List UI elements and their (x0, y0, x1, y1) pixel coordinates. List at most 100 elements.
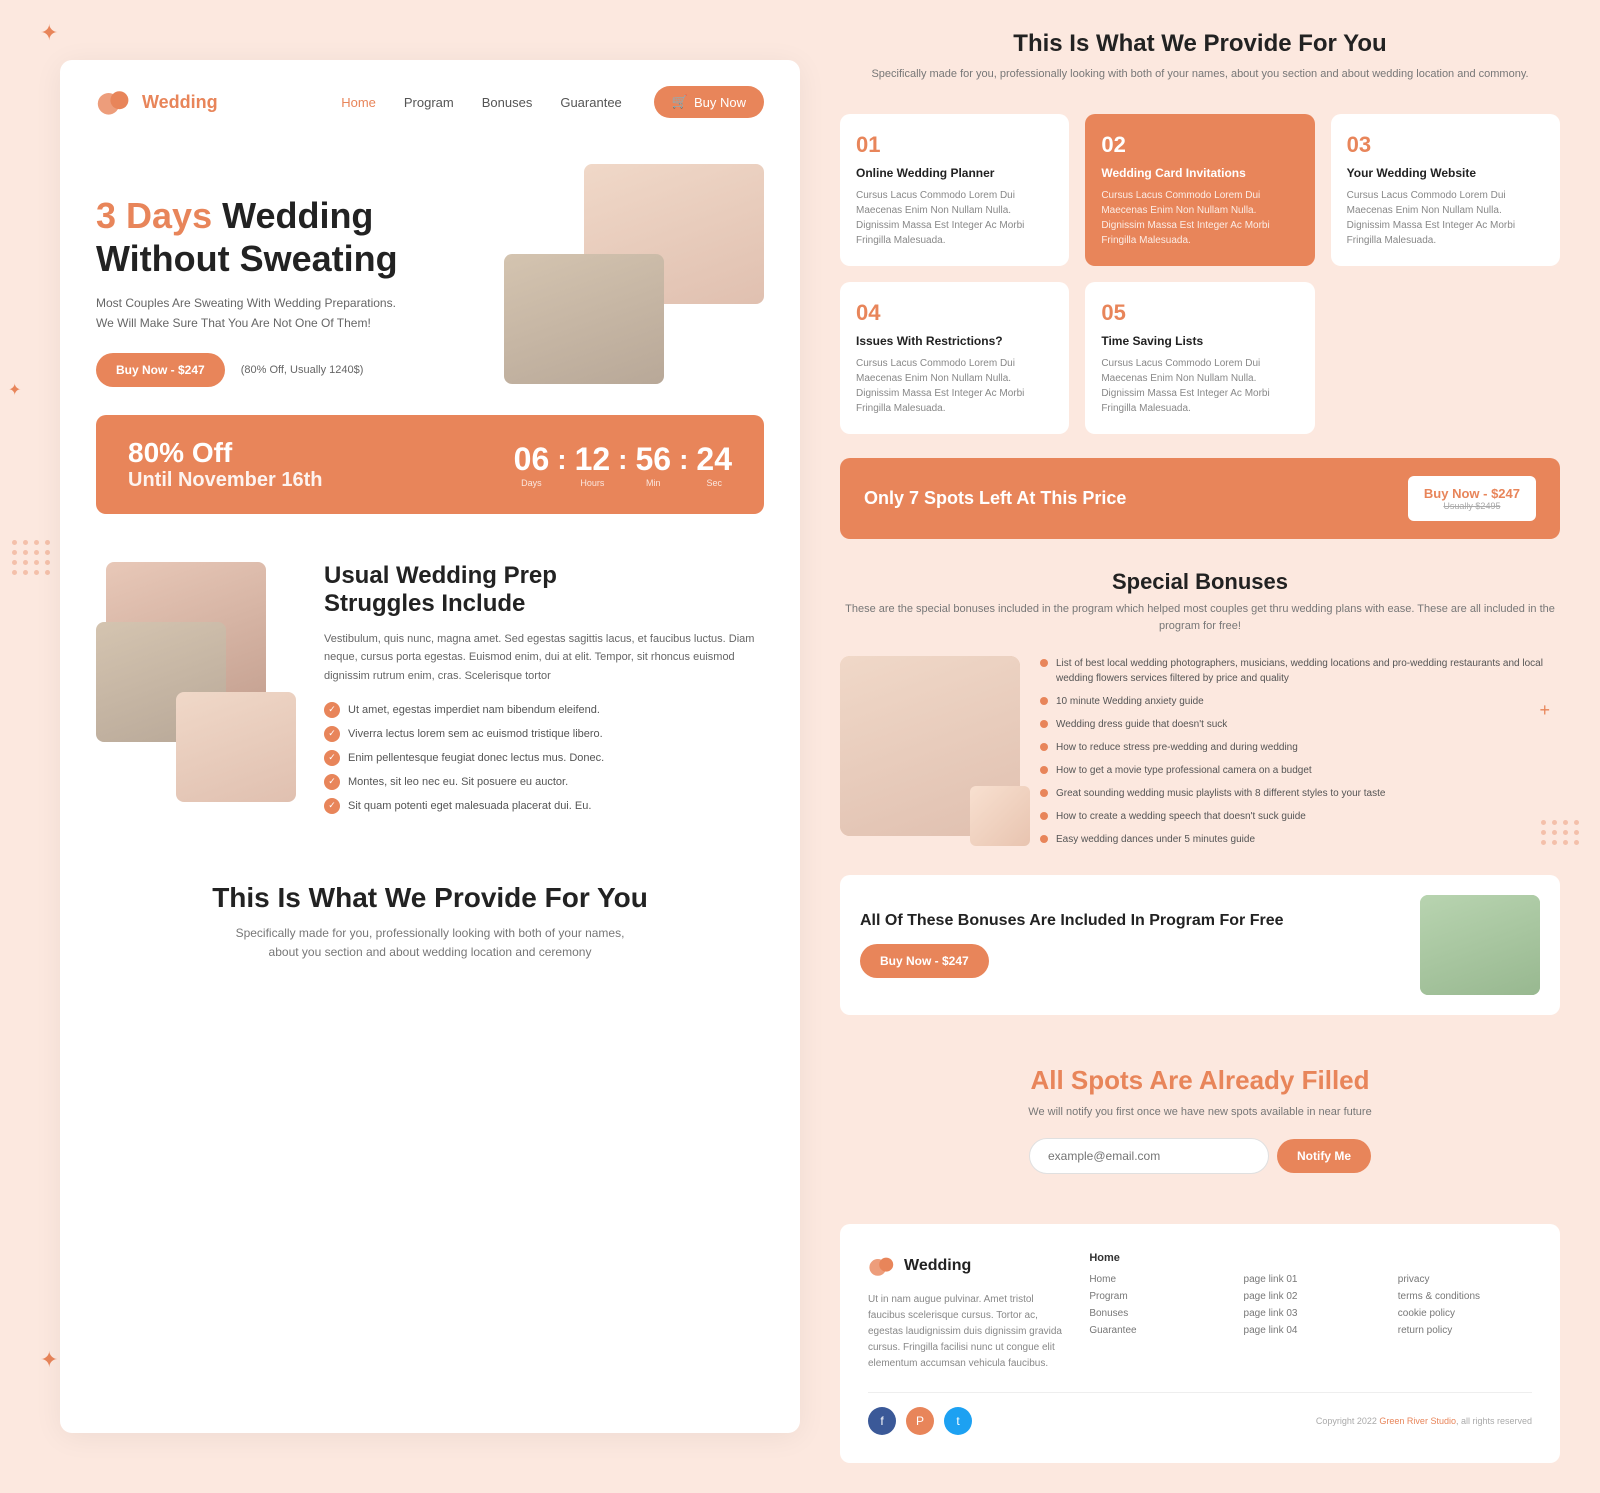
bonus-item: List of best local wedding photographers… (1040, 656, 1560, 686)
struggles-section: Usual Wedding PrepStruggles Include Vest… (60, 542, 800, 842)
bonus-included: All Of These Bonuses Are Included In Pro… (840, 875, 1560, 1015)
deco-star-4: ✦ (40, 1347, 58, 1373)
cart-icon: 🛒 (672, 94, 688, 110)
footer-brand-desc: Ut in nam augue pulvinar. Amet tristol f… (868, 1292, 1069, 1372)
bonus-item: Wedding dress guide that doesn't suck (1040, 717, 1560, 732)
footer-link[interactable]: terms & conditions (1398, 1291, 1532, 1302)
hero-section: 3 Days WeddingWithout Sweating Most Coup… (60, 144, 800, 387)
footer-brand-name: Wedding (904, 1257, 971, 1275)
deco-star-3: ✦ (8, 380, 21, 400)
countdown-banner: 80% Off Until November 16th 06 Days : 12… (96, 415, 764, 514)
countdown-days: 06 Days (514, 441, 550, 488)
spots-btn-price: Buy Now - $247 (1424, 486, 1520, 501)
footer-link[interactable]: Bonuses (1089, 1308, 1223, 1319)
feature-desc-2: Cursus Lacus Commodo Lorem Dui Maecenas … (1101, 188, 1298, 248)
twitter-icon[interactable]: t (944, 1407, 972, 1435)
bonus-included-image (1420, 895, 1540, 995)
bonus-included-title: All Of These Bonuses Are Included In Pro… (860, 911, 1400, 932)
feature-title-2: Wedding Card Invitations (1101, 166, 1298, 180)
nav-links: Home Program Bonuses Guarantee (341, 95, 622, 110)
footer-link[interactable]: page link 02 (1244, 1291, 1378, 1302)
countdown-secs: 24 Sec (696, 441, 732, 488)
feature-desc-1: Cursus Lacus Commodo Lorem Dui Maecenas … (856, 188, 1053, 248)
footer-link[interactable]: page link 04 (1244, 1325, 1378, 1336)
nav-program[interactable]: Program (404, 95, 454, 110)
footer-link[interactable]: cookie policy (1398, 1308, 1532, 1319)
bonus-included-text: All Of These Bonuses Are Included In Pro… (860, 911, 1400, 978)
spots-banner-button[interactable]: Buy Now - $247 Usually $2495 (1408, 476, 1536, 521)
hero-image-2 (504, 254, 664, 384)
struggles-desc: Vestibulum, quis nunc, magna amet. Sed e… (324, 630, 764, 686)
footer-pages-col: page link 01 page link 02 page link 03 p… (1244, 1252, 1378, 1372)
feature-num-1: 01 (856, 132, 1053, 158)
check-icon (324, 726, 340, 742)
hero-text: 3 Days WeddingWithout Sweating Most Coup… (96, 164, 484, 387)
social-icons: f P t (868, 1407, 972, 1435)
list-item: Sit quam potenti eget malesuada placerat… (324, 798, 764, 814)
footer-top: Wedding Ut in nam augue pulvinar. Amet t… (868, 1252, 1532, 1372)
spots-banner-text: Only 7 Spots Left At This Price (864, 488, 1126, 509)
footer-col-page-title (1244, 1252, 1378, 1264)
footer-link[interactable]: return policy (1398, 1325, 1532, 1336)
hours-label: Hours (575, 478, 611, 488)
bonus-included-button[interactable]: Buy Now - $247 (860, 944, 989, 978)
mins-value: 56 (635, 441, 671, 477)
secs-label: Sec (696, 478, 732, 488)
logo-text: Wedding (142, 92, 218, 113)
struggles-list: Ut amet, egestas imperdiet nam bibendum … (324, 702, 764, 814)
hero-actions: Buy Now - $247 (80% Off, Usually 1240$) (96, 353, 484, 387)
bonus-dot (1040, 789, 1048, 797)
spots-banner: Only 7 Spots Left At This Price Buy Now … (840, 458, 1560, 539)
nav-home[interactable]: Home (341, 95, 376, 110)
struggles-title: Usual Wedding PrepStruggles Include (324, 562, 764, 618)
feature-desc-3: Cursus Lacus Commodo Lorem Dui Maecenas … (1347, 188, 1544, 248)
feature-num-3: 03 (1347, 132, 1544, 158)
nav-bonuses[interactable]: Bonuses (482, 95, 533, 110)
provide-title-right: This Is What We Provide For You (840, 30, 1560, 58)
footer-link[interactable]: Home (1089, 1274, 1223, 1285)
deco-dots (12, 540, 51, 575)
list-item: Montes, sit leo nec eu. Sit posuere eu a… (324, 774, 764, 790)
nav-guarantee[interactable]: Guarantee (560, 95, 621, 110)
footer-policy-col: privacy terms & conditions cookie policy… (1398, 1252, 1532, 1372)
feature-desc-4: Cursus Lacus Commodo Lorem Dui Maecenas … (856, 356, 1053, 416)
struggles-images (96, 562, 296, 802)
features-grid: 01 Online Wedding Planner Cursus Lacus C… (840, 114, 1560, 434)
time-sep-1: : (557, 444, 566, 476)
nav-buy-button[interactable]: 🛒 Buy Now (654, 86, 764, 118)
footer-link[interactable]: Guarantee (1089, 1325, 1223, 1336)
feature-title-3: Your Wedding Website (1347, 166, 1544, 180)
notify-email-input[interactable] (1029, 1138, 1269, 1174)
footer-link[interactable]: page link 01 (1244, 1274, 1378, 1285)
bonuses-title: Special Bonuses (840, 569, 1560, 595)
footer-link[interactable]: privacy (1398, 1274, 1532, 1285)
bonus-dot (1040, 659, 1048, 667)
copyright-brand: Green River Studio (1379, 1416, 1456, 1426)
facebook-icon[interactable]: f (868, 1407, 896, 1435)
navbar: Wedding Home Program Bonuses Guarantee 🛒… (60, 60, 800, 144)
feature-title-4: Issues With Restrictions? (856, 334, 1053, 348)
hero-buy-button[interactable]: Buy Now - $247 (96, 353, 225, 387)
feature-card-3: 03 Your Wedding Website Cursus Lacus Com… (1331, 114, 1560, 266)
provide-section-left: This Is What We Provide For You Specific… (60, 842, 800, 1002)
footer-link[interactable]: page link 03 (1244, 1308, 1378, 1319)
bonuses-section: Special Bonuses These are the special bo… (840, 569, 1560, 1015)
right-panel: This Is What We Provide For You Specific… (800, 0, 1600, 1493)
footer-link[interactable]: Program (1089, 1291, 1223, 1302)
footer-col-policy-title (1398, 1252, 1532, 1264)
bonus-dot (1040, 766, 1048, 774)
pinterest-icon[interactable]: P (906, 1407, 934, 1435)
hero-images (504, 164, 764, 384)
notify-button[interactable]: Notify Me (1277, 1139, 1371, 1173)
struggles-image-3 (176, 692, 296, 802)
left-panel: Wedding Home Program Bonuses Guarantee 🛒… (60, 60, 800, 1433)
provide-subtitle-left: Specifically made for you, professionall… (96, 924, 764, 962)
spots-btn-cross: Usually $2495 (1424, 501, 1520, 511)
bonus-included-image-wrap (1420, 895, 1540, 995)
countdown-subtitle: Until November 16th (128, 469, 322, 492)
check-icon (324, 798, 340, 814)
footer: Wedding Ut in nam augue pulvinar. Amet t… (840, 1224, 1560, 1463)
hero-subtitle: Most Couples Are Sweating With Wedding P… (96, 294, 484, 332)
countdown-text: 80% Off Until November 16th (128, 437, 322, 492)
bonus-dot (1040, 812, 1048, 820)
